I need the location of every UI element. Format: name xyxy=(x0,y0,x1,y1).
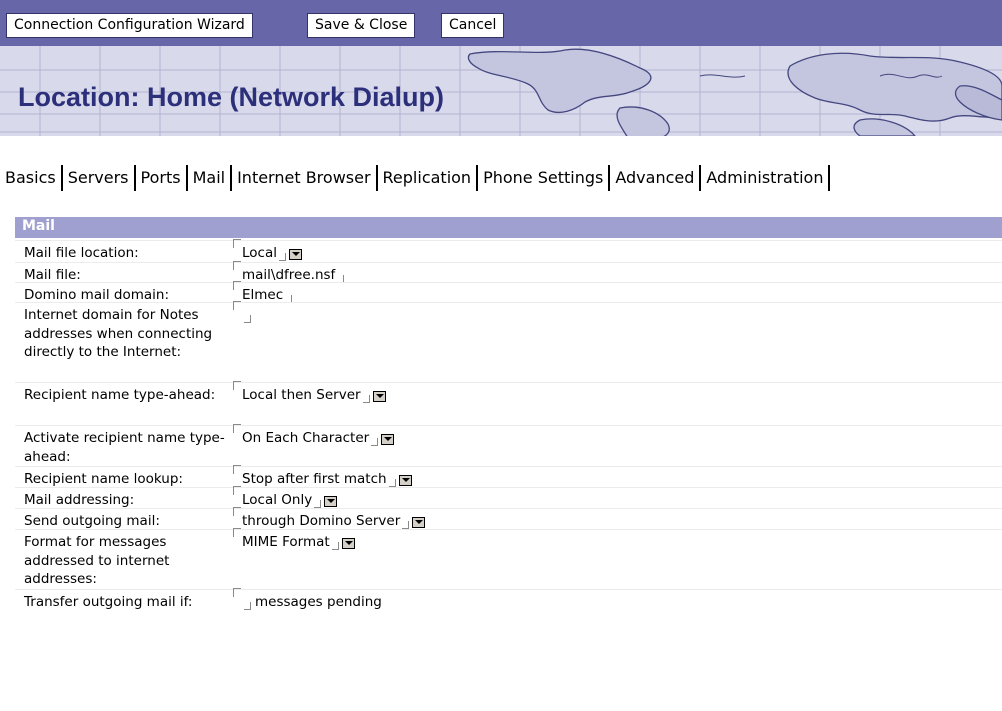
field-value[interactable]: Local Only xyxy=(242,491,312,510)
tab-advanced[interactable]: Advanced xyxy=(610,165,699,191)
field-start-bracket-icon xyxy=(233,261,241,270)
field-row-send-outgoing-mail: Send outgoing mail: through Domino Serve… xyxy=(15,507,1002,531)
field-row-recipient-name-type-ahead: Recipient name type-ahead: Local then Se… xyxy=(15,381,1002,425)
tab-servers[interactable]: Servers xyxy=(63,165,134,191)
field-label: Mail file location: xyxy=(24,245,139,261)
field-label: Activate recipient name type-ahead: xyxy=(24,430,225,465)
tab-internet-browser[interactable]: Internet Browser xyxy=(232,165,375,191)
field-value[interactable]: through Domino Server xyxy=(242,512,400,531)
field-label: Mail addressing: xyxy=(24,492,135,508)
dropdown-arrow-icon[interactable] xyxy=(289,249,302,260)
mail-section-header: Mail xyxy=(15,217,1002,238)
field-start-bracket-icon xyxy=(233,486,241,495)
field-end-bracket-icon xyxy=(244,315,251,323)
tab-separator xyxy=(828,165,831,191)
field-start-bracket-icon xyxy=(233,465,241,474)
field-start-bracket-icon xyxy=(233,588,241,597)
tab-mail[interactable]: Mail xyxy=(188,165,231,191)
field-end-bracket-icon xyxy=(279,253,286,261)
field-end-bracket-icon xyxy=(314,500,322,508)
message-format-field[interactable]: MIME Format xyxy=(233,528,355,552)
transfer-outgoing-mail-field[interactable]: messages pending xyxy=(233,588,382,612)
settings-tab-bar: Basics Servers Ports Mail Internet Brows… xyxy=(0,161,1002,195)
recipient-type-ahead-field[interactable]: Local then Server xyxy=(233,381,386,405)
field-row-mail-file: Mail file: mail\dfree.nsf xyxy=(15,261,1002,283)
field-suffix-text: messages pending xyxy=(255,594,382,610)
tab-ports[interactable]: Ports xyxy=(136,165,186,191)
field-row-message-format: Format for messages addressed to interne… xyxy=(15,528,1002,589)
dropdown-arrow-icon[interactable] xyxy=(341,538,355,549)
field-start-bracket-icon xyxy=(233,528,241,537)
field-value[interactable]: Local xyxy=(242,244,277,263)
recipient-name-lookup-field[interactable]: Stop after first match xyxy=(233,465,412,489)
connection-configuration-wizard-button[interactable]: Connection Configuration Wizard xyxy=(6,13,253,38)
field-start-bracket-icon xyxy=(233,281,241,290)
tab-basics[interactable]: Basics xyxy=(0,165,61,191)
field-row-mail-addressing: Mail addressing: Local Only xyxy=(15,486,1002,510)
field-value[interactable]: MIME Format xyxy=(242,533,330,552)
field-value[interactable]: Local then Server xyxy=(242,386,361,405)
send-outgoing-mail-field[interactable]: through Domino Server xyxy=(233,507,426,531)
field-label: Transfer outgoing mail if: xyxy=(24,594,193,610)
internet-domain-field[interactable] xyxy=(233,301,251,323)
field-end-bracket-icon xyxy=(388,479,396,487)
field-end-bracket-icon xyxy=(331,542,339,550)
dropdown-arrow-icon[interactable] xyxy=(381,434,395,445)
dropdown-arrow-icon[interactable] xyxy=(372,391,386,402)
field-label: Recipient name lookup: xyxy=(24,471,183,487)
field-start-bracket-icon xyxy=(233,424,241,433)
section-title: Mail xyxy=(22,218,55,234)
field-row-activate-type-ahead: Activate recipient name type-ahead: On E… xyxy=(15,424,1002,466)
field-value[interactable]: Stop after first match xyxy=(242,470,387,489)
field-label: Send outgoing mail: xyxy=(24,513,160,529)
field-row-domino-mail-domain: Domino mail domain: Elmec xyxy=(15,281,1002,303)
field-start-bracket-icon xyxy=(233,239,241,248)
location-banner: Location: Home (Network Dialup) xyxy=(0,46,1002,136)
tab-phone-settings[interactable]: Phone Settings xyxy=(478,165,608,191)
action-toolbar: Connection Configuration Wizard Save & C… xyxy=(0,0,1002,46)
field-end-bracket-icon xyxy=(402,521,410,529)
location-title: Location: Home (Network Dialup) xyxy=(18,82,445,112)
dropdown-arrow-icon[interactable] xyxy=(324,496,338,507)
field-start-bracket-icon xyxy=(233,301,241,310)
field-label: Recipient name type-ahead: xyxy=(24,387,216,403)
field-end-bracket-icon xyxy=(244,602,251,610)
tab-replication[interactable]: Replication xyxy=(378,165,477,191)
field-row-mail-file-location: Mail file location: Local xyxy=(15,239,1002,263)
save-and-close-button[interactable]: Save & Close xyxy=(307,13,416,38)
tab-administration[interactable]: Administration xyxy=(701,165,828,191)
activate-type-ahead-field[interactable]: On Each Character xyxy=(233,424,395,448)
mail-file-location-field[interactable]: Local xyxy=(233,239,302,263)
field-start-bracket-icon xyxy=(233,507,241,516)
mail-addressing-field[interactable]: Local Only xyxy=(233,486,338,510)
field-label: Format for messages addressed to interne… xyxy=(24,534,170,587)
field-end-bracket-icon xyxy=(371,438,379,446)
field-end-bracket-icon xyxy=(362,395,370,403)
field-label: Internet domain for Notes addresses when… xyxy=(24,307,213,360)
dropdown-arrow-icon[interactable] xyxy=(412,517,426,528)
field-row-transfer-outgoing-mail: Transfer outgoing mail if: messages pend… xyxy=(15,588,1002,711)
field-row-internet-domain: Internet domain for Notes addresses when… xyxy=(15,301,1002,382)
field-start-bracket-icon xyxy=(233,381,241,390)
field-row-recipient-name-lookup: Recipient name lookup: Stop after first … xyxy=(15,465,1002,489)
field-value[interactable]: On Each Character xyxy=(242,429,369,448)
cancel-button[interactable]: Cancel xyxy=(441,13,505,38)
dropdown-arrow-icon[interactable] xyxy=(398,475,412,486)
